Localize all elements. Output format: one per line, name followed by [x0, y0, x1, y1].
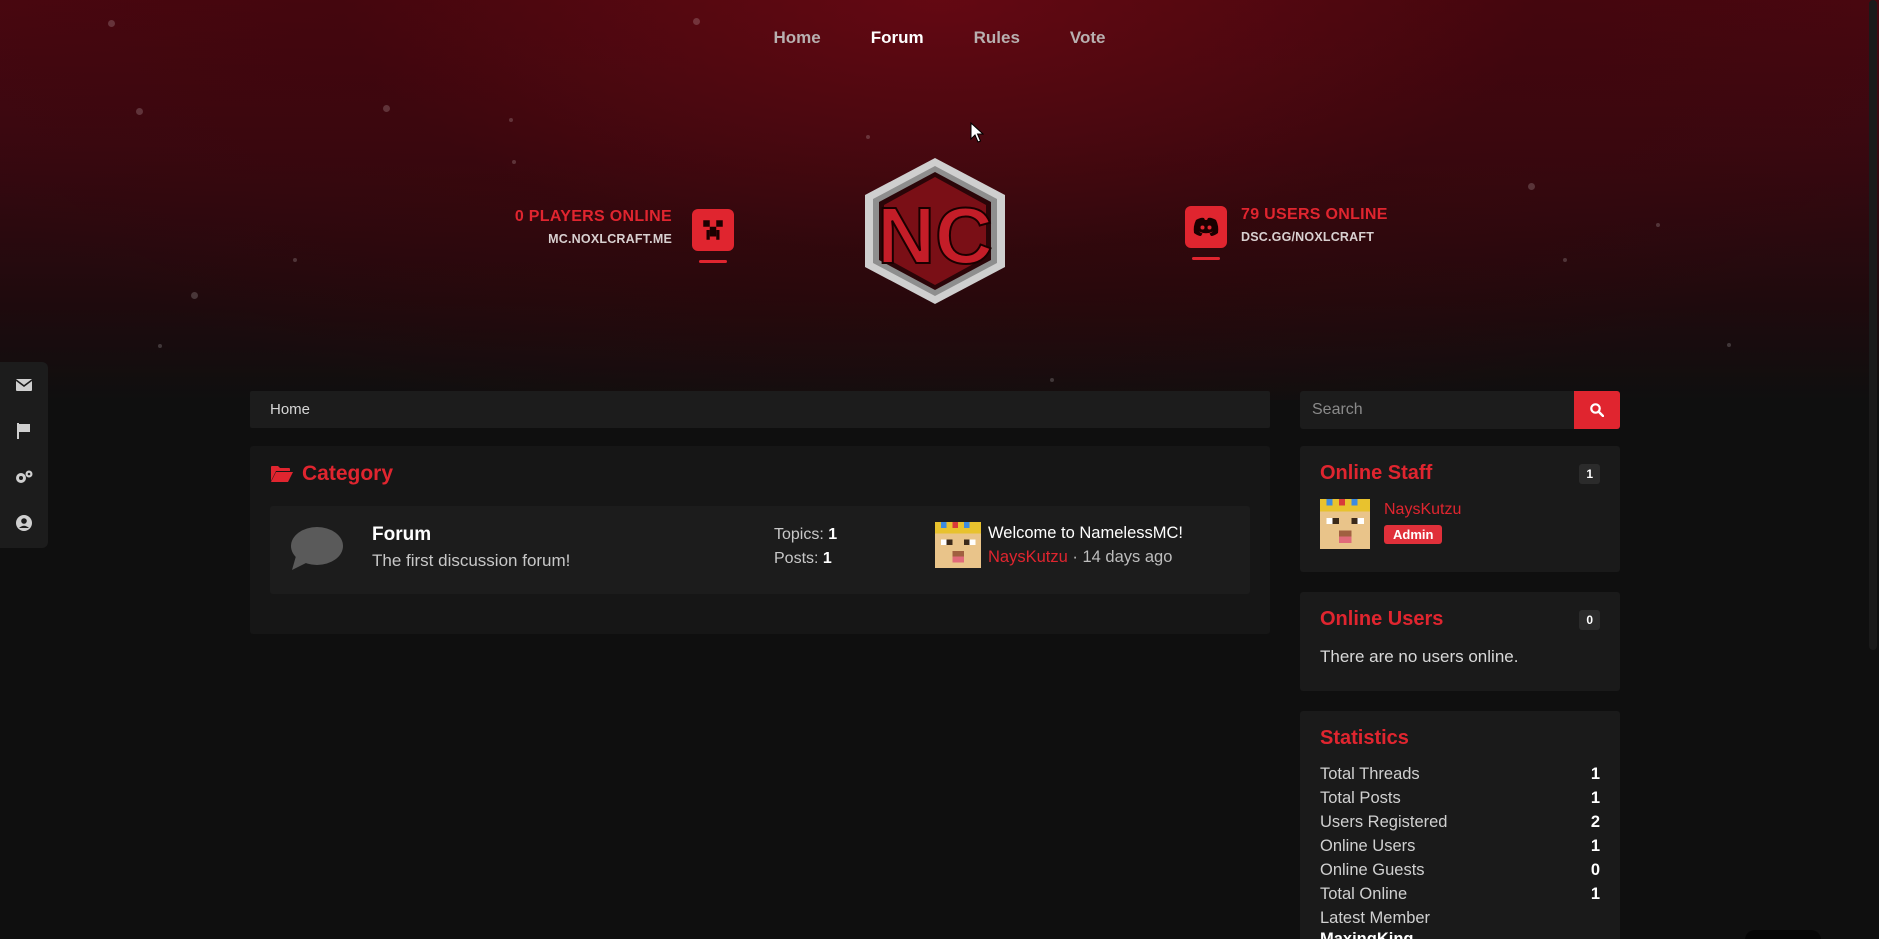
stat-label: Total Posts [1320, 788, 1401, 807]
mouse-cursor-icon [970, 122, 984, 143]
stat-value: 1 [1590, 788, 1600, 807]
nav-forum-link[interactable]: Forum [871, 28, 924, 48]
posts-count: 1 [822, 550, 832, 567]
latest-post-author-link[interactable]: NaysKutzu [988, 548, 1068, 566]
players-online-count: 0 PLAYERS ONLINE [514, 208, 672, 225]
latest-post-time: · 14 days ago [1072, 548, 1173, 566]
stat-label: Total Threads [1320, 764, 1420, 783]
stat-row: Total Posts 1 [1320, 786, 1600, 810]
forum-name-link[interactable]: Forum [372, 524, 431, 546]
stat-value: 1 [1590, 884, 1600, 903]
site-logo[interactable]: NC [858, 155, 1012, 305]
discord-users-online: 79 USERS ONLINE [1241, 206, 1388, 223]
logo-text: NC [877, 191, 993, 280]
discord-status[interactable]: 79 USERS ONLINE DSC.GG/NOXLCRAFT [1241, 206, 1441, 244]
statistics-list: Total Threads 1 Total Posts 1 Users Regist… [1320, 762, 1600, 939]
stat-row: Total Online 1 [1320, 882, 1600, 906]
stat-value: 2 [1590, 812, 1600, 831]
latest-post-title-link[interactable]: Welcome to NamelessMC! [988, 524, 1183, 543]
discord-indicator [1192, 257, 1220, 260]
folder-open-icon [271, 466, 293, 482]
staff-avatar[interactable] [1320, 499, 1370, 549]
online-staff-count: 1 [1579, 464, 1600, 484]
online-users-title: Online Users [1320, 608, 1444, 630]
staff-member: NaysKutzu Admin [1320, 499, 1600, 549]
posts-label: Posts: [774, 550, 819, 567]
stat-value: 1 [1590, 764, 1600, 783]
stat-row: Users Registered 2 [1320, 810, 1600, 834]
minecraft-status[interactable]: 0 PLAYERS ONLINE MC.NOXLCRAFT.ME [490, 208, 672, 246]
server-address[interactable]: MC.NOXLCRAFT.ME [490, 232, 672, 246]
stat-label: Total Online [1320, 884, 1408, 903]
online-users-count: 0 [1579, 610, 1600, 630]
statistics-title: Statistics [1320, 727, 1409, 749]
breadcrumb: Home [250, 391, 1270, 428]
stat-row: Total Threads 1 [1320, 762, 1600, 786]
nav-vote-link[interactable]: Vote [1070, 28, 1106, 48]
stat-label: Online Guests [1320, 860, 1425, 879]
cogs-icon[interactable] [0, 454, 48, 500]
topics-label: Topics: [774, 526, 824, 543]
statistics-card: Statistics Total Threads 1 Total Posts 1 U… [1300, 711, 1620, 939]
envelope-icon[interactable] [0, 362, 48, 408]
forum-description: The first discussion forum! [372, 551, 571, 570]
online-staff-title: Online Staff [1320, 462, 1433, 484]
search-icon [1590, 403, 1604, 417]
online-users-card: Online Users 0 There are no users online… [1300, 592, 1620, 691]
staff-name-link[interactable]: NaysKutzu [1384, 501, 1461, 519]
stat-value: 0 [1590, 860, 1600, 879]
latest-post-meta: NaysKutzu · 14 days ago [988, 548, 1172, 567]
latest-post-avatar[interactable] [935, 522, 981, 568]
forum-row[interactable]: Forum The first discussion forum! Topics… [270, 506, 1250, 594]
comment-icon [291, 527, 343, 570]
stat-label: Online Users [1320, 836, 1416, 855]
hero-banner: Home Forum Rules Vote 0 PLAYERS ONLINE M… [0, 0, 1879, 400]
stat-label: Users Registered [1320, 812, 1448, 831]
search-button[interactable] [1574, 391, 1620, 429]
nav-rules-link[interactable]: Rules [974, 28, 1020, 48]
stat-row: Online Guests 0 [1320, 858, 1600, 882]
no-users-message: There are no users online. [1320, 647, 1519, 666]
category-title: Category [270, 462, 393, 486]
category-title-text: Category [302, 462, 394, 485]
online-staff-card: Online Staff 1 NaysKutzu Admin [1300, 446, 1620, 572]
latest-member-link[interactable]: MaxingKing [1320, 930, 1600, 939]
latest-member-label: Latest Member [1320, 906, 1600, 930]
stat-row: Online Users 1 [1320, 834, 1600, 858]
nav-home-link[interactable]: Home [774, 28, 821, 48]
main-nav: Home Forum Rules Vote [0, 28, 1879, 48]
search-form [1300, 391, 1620, 429]
topics-count: 1 [828, 526, 838, 543]
creeper-indicator [699, 260, 727, 263]
flag-icon[interactable] [0, 408, 48, 454]
discord-icon[interactable] [1185, 206, 1227, 248]
breadcrumb-home-link[interactable]: Home [270, 401, 310, 418]
discord-invite[interactable]: DSC.GG/NOXLCRAFT [1241, 230, 1441, 244]
forum-stats: Topics: 1 Posts: 1 [774, 523, 837, 571]
latest-member-label-text: Latest Member [1320, 908, 1431, 927]
scroll-to-top-button[interactable] [1745, 930, 1821, 939]
page-scrollbar[interactable] [1869, 0, 1877, 650]
staff-role-badge: Admin [1384, 525, 1443, 544]
side-dock [0, 362, 48, 548]
search-input[interactable] [1300, 391, 1574, 429]
user-circle-icon[interactable] [0, 500, 48, 546]
stat-value: 1 [1590, 836, 1600, 855]
forum-category-panel: Category Forum The first discussion foru… [250, 446, 1270, 634]
creeper-icon[interactable] [692, 209, 734, 251]
